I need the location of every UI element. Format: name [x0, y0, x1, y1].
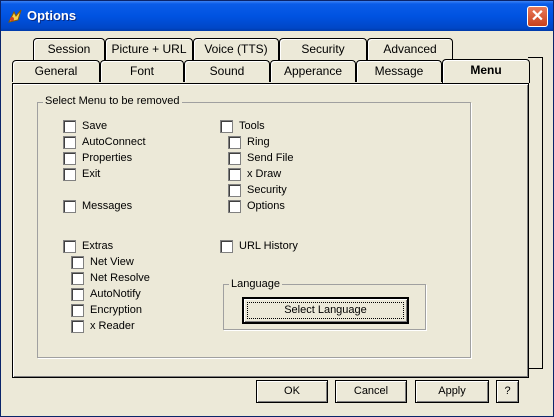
checkbox-box[interactable]	[228, 151, 241, 165]
checkbox-box[interactable]	[71, 255, 84, 269]
tab-label: Sound	[209, 64, 245, 78]
checkbox-encryption[interactable]: Encryption	[71, 303, 142, 317]
tab-sound[interactable]: Sound	[184, 60, 270, 82]
checkbox-label: Save	[82, 120, 108, 132]
checkbox-box[interactable]	[63, 167, 76, 181]
title-bar[interactable]: Options ✕	[1, 1, 553, 31]
checkbox-label: Encryption	[90, 304, 142, 316]
checkbox-box[interactable]	[228, 183, 241, 197]
tab-label: Advanced	[383, 42, 437, 56]
checkbox-ring[interactable]: Ring	[228, 135, 270, 149]
focus-rect	[247, 302, 404, 319]
window-title: Options	[27, 8, 77, 23]
checkbox-label: Messages	[82, 200, 133, 212]
checkbox-extras[interactable]: Extras	[63, 239, 113, 253]
ok-label: OK	[284, 385, 300, 397]
checkbox-box[interactable]	[71, 271, 84, 285]
options-dialog: Options ✕ Session Picture + URL Voice (T…	[0, 0, 554, 417]
checkbox-box[interactable]	[63, 119, 76, 133]
tab-font[interactable]: Font	[100, 60, 184, 82]
checkbox-net-resolve[interactable]: Net Resolve	[71, 271, 150, 285]
checkbox-tools[interactable]: Tools	[220, 119, 265, 133]
checkbox-box[interactable]	[228, 167, 241, 181]
tab-label: Font	[129, 64, 154, 78]
panel-stack-edge	[528, 57, 543, 369]
tab-label: Voice (TTS)	[204, 42, 268, 56]
checkbox-label: Exit	[82, 168, 101, 180]
checkbox-security[interactable]: Security	[228, 183, 287, 197]
checkbox-label: URL History	[239, 240, 298, 252]
checkbox-url-history[interactable]: URL History	[220, 239, 298, 253]
checkbox-box[interactable]	[220, 239, 233, 253]
checkbox-box[interactable]	[71, 287, 84, 301]
checkbox-box[interactable]	[220, 119, 233, 133]
checkbox-messages[interactable]: Messages	[63, 199, 132, 213]
tab-advanced[interactable]: Advanced	[367, 38, 453, 60]
ok-button[interactable]: OK	[256, 380, 328, 403]
checkbox-label: x Reader	[90, 320, 135, 332]
checkbox-box[interactable]	[63, 199, 76, 213]
checkbox-label: Net Resolve	[90, 272, 150, 284]
checkbox-net-view[interactable]: Net View	[71, 255, 134, 269]
tab-label: Session	[47, 42, 91, 56]
checkbox-box[interactable]	[63, 239, 76, 253]
select-menu-group-label: Select Menu to be removed	[43, 95, 182, 107]
tab-message[interactable]: Message	[356, 60, 442, 82]
checkbox-label: Options	[247, 200, 285, 212]
checkbox-x-draw[interactable]: x Draw	[228, 167, 281, 181]
apply-button[interactable]: Apply	[415, 380, 489, 403]
tab-label: Menu	[470, 63, 502, 77]
tab-label: Message	[374, 64, 424, 78]
cancel-button[interactable]: Cancel	[335, 380, 407, 403]
help-icon: ?	[504, 385, 511, 397]
checkbox-autonotify[interactable]: AutoNotify	[71, 287, 141, 301]
checkbox-label: Security	[247, 184, 287, 196]
close-button[interactable]: ✕	[527, 6, 548, 27]
checkbox-box[interactable]	[228, 135, 241, 149]
menu-tab-panel: Select Menu to be removed Save AutoConne…	[12, 83, 529, 378]
checkbox-options[interactable]: Options	[228, 199, 285, 213]
checkbox-box[interactable]	[71, 319, 84, 333]
select-language-button[interactable]: Select Language	[242, 297, 409, 324]
checkbox-label: Net View	[90, 256, 134, 268]
apply-label: Apply	[438, 385, 466, 397]
checkbox-label: Send File	[247, 152, 294, 164]
checkbox-autoconnect[interactable]: AutoConnect	[63, 135, 146, 149]
tab-session[interactable]: Session	[33, 38, 105, 60]
checkbox-box[interactable]	[228, 199, 241, 213]
tab-apperance[interactable]: Apperance	[270, 60, 356, 82]
tab-menu[interactable]: Menu	[442, 59, 530, 83]
checkbox-label: Ring	[247, 136, 270, 148]
checkbox-save[interactable]: Save	[63, 119, 107, 133]
tab-general[interactable]: General	[12, 60, 100, 82]
tab-voice-tts[interactable]: Voice (TTS)	[193, 38, 279, 60]
checkbox-label: Tools	[239, 120, 265, 132]
help-button[interactable]: ?	[496, 380, 519, 403]
tab-security[interactable]: Security	[279, 38, 367, 60]
checkbox-properties[interactable]: Properties	[63, 151, 132, 165]
checkbox-label: Extras	[82, 240, 114, 252]
checkbox-label: Properties	[82, 152, 133, 164]
checkbox-x-reader[interactable]: x Reader	[71, 319, 135, 333]
checkbox-box[interactable]	[63, 135, 76, 149]
checkbox-box[interactable]	[63, 151, 76, 165]
checkbox-send-file[interactable]: Send File	[228, 151, 293, 165]
close-icon: ✕	[530, 8, 545, 25]
tab-label: General	[34, 64, 78, 78]
checkbox-label: AutoNotify	[90, 288, 141, 300]
app-icon	[8, 9, 22, 23]
tab-label: Apperance	[283, 64, 343, 78]
tab-label: Security	[301, 42, 345, 56]
cancel-label: Cancel	[353, 385, 389, 397]
checkbox-exit[interactable]: Exit	[63, 167, 100, 181]
checkbox-label: x Draw	[247, 168, 282, 180]
tab-label: Picture + URL	[111, 42, 187, 56]
checkbox-label: AutoConnect	[82, 136, 146, 148]
language-group-label: Language	[229, 278, 282, 290]
checkbox-box[interactable]	[71, 303, 84, 317]
tab-picture-url[interactable]: Picture + URL	[105, 38, 193, 60]
